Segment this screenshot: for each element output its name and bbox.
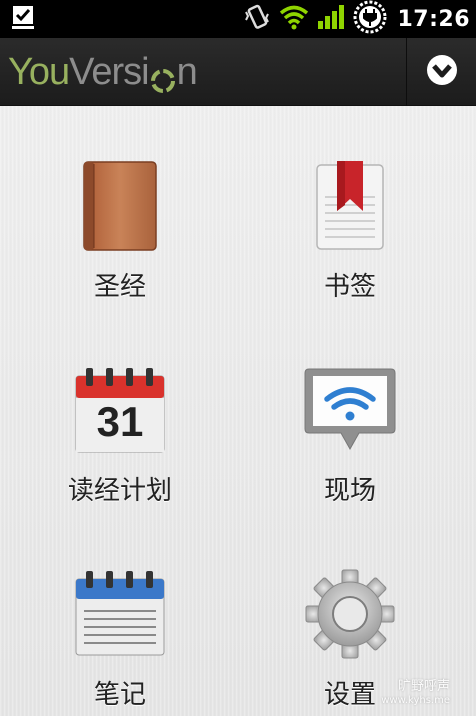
battery-charging-icon <box>353 0 387 38</box>
home-grid: 圣经 书签 31 读经计划 现场 笔记 设置 旷野呼声 www.kyhs.me <box>0 106 476 716</box>
calendar-icon: 31 <box>70 360 170 460</box>
calendar-day: 31 <box>96 398 144 445</box>
watermark-line2: www.kyhs.me <box>381 695 450 706</box>
tile-notes[interactable]: 笔记 <box>20 524 220 714</box>
menu-button[interactable] <box>408 38 476 106</box>
tile-label: 现场 <box>323 476 376 506</box>
status-bar: 17:26 <box>0 0 476 38</box>
tile-label: 圣经 <box>93 272 146 302</box>
tile-bookmarks[interactable]: 书签 <box>250 116 450 306</box>
logo-o-ring-icon <box>150 61 176 93</box>
watermark: 旷野呼声 www.kyhs.me <box>381 680 450 708</box>
youversion-logo: You Versi n <box>8 48 198 96</box>
wifi-icon <box>279 4 309 34</box>
tile-reading-plans[interactable]: 31 读经计划 <box>20 320 220 510</box>
tile-bible[interactable]: 圣经 <box>20 116 220 306</box>
logo-you-text: You <box>8 50 70 93</box>
tile-label: 书签 <box>323 272 376 302</box>
tile-live[interactable]: 现场 <box>250 320 450 510</box>
logo-version-text: Versi <box>69 50 149 93</box>
notepad-icon <box>70 564 170 664</box>
live-broadcast-icon <box>300 360 400 460</box>
bible-book-icon <box>70 156 170 256</box>
bookmark-icon <box>300 156 400 256</box>
tile-label: 设置 <box>323 680 376 710</box>
download-done-icon <box>10 4 36 34</box>
tile-label: 笔记 <box>93 680 146 710</box>
status-time: 17:26 <box>397 6 470 32</box>
logo-version-end-text: n <box>176 50 198 93</box>
vibrate-icon <box>243 3 271 35</box>
header-divider <box>406 38 407 106</box>
signal-icon <box>317 4 345 34</box>
chevron-down-circle-icon <box>425 53 459 91</box>
app-header: You Versi n <box>0 38 476 106</box>
tile-label: 读经计划 <box>67 476 172 506</box>
gear-icon <box>300 564 400 664</box>
watermark-line1: 旷野呼声 <box>397 679 450 694</box>
